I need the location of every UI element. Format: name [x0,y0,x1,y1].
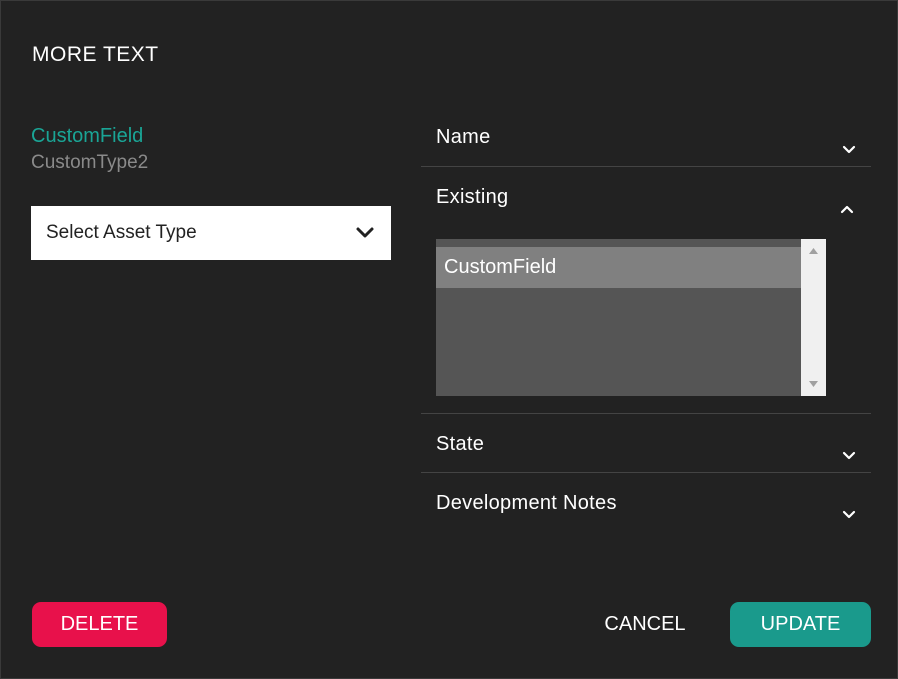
list-item[interactable]: CustomField [436,247,801,288]
asset-type-select[interactable]: Select Asset Type [31,206,391,260]
section-state-label: State [436,433,485,455]
section-state[interactable]: State [421,428,871,472]
asset-type-select-value: Select Asset Type [46,222,197,243]
chevron-down-icon[interactable] [841,506,857,522]
section-divider [421,166,871,167]
scroll-down-arrow-icon[interactable] [807,379,820,389]
scroll-up-arrow-icon[interactable] [807,246,820,256]
chevron-down-icon[interactable] [841,447,857,463]
section-divider [421,472,871,473]
chevron-down-icon [356,227,374,238]
listbox-scrollbar[interactable] [801,239,826,396]
section-development-notes[interactable]: Development Notes [421,487,871,532]
delete-button[interactable]: DELETE [32,602,167,647]
section-divider [421,413,871,414]
chevron-up-icon[interactable] [839,201,855,217]
section-existing-label: Existing [436,186,509,208]
update-button[interactable]: UPDATE [730,602,871,647]
field-name: CustomField [31,125,144,147]
section-name-label: Name [436,126,491,148]
section-existing[interactable]: Existing [421,181,871,226]
dialog-title: MORE TEXT [32,43,159,66]
section-name[interactable]: Name [421,121,871,166]
field-type: CustomType2 [31,152,149,173]
more-text-dialog: MORE TEXT CustomField CustomType2 Select… [0,0,898,679]
chevron-down-icon[interactable] [841,141,857,157]
cancel-button[interactable]: CANCEL [589,602,701,647]
section-development-notes-label: Development Notes [436,492,617,514]
existing-listbox[interactable]: CustomField [436,239,826,396]
